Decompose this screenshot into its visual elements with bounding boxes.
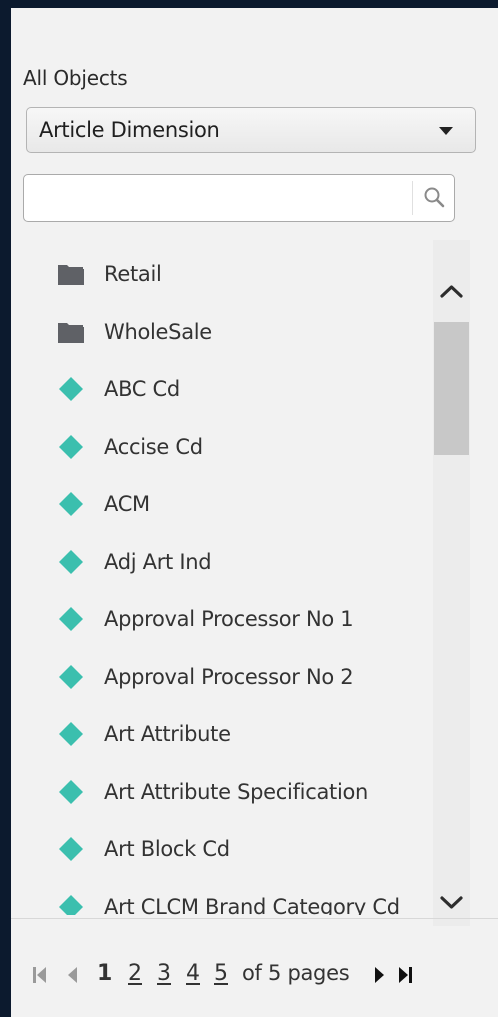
- tree-item-label: Art CLCM Brand Category Cd: [104, 894, 400, 916]
- dimension-icon: [59, 492, 83, 516]
- dimension-icon: [59, 779, 83, 804]
- page-link-3[interactable]: 3: [157, 961, 171, 986]
- tree-dimension-item[interactable]: Art CLCM Brand Category Cd: [11, 887, 431, 916]
- page-link-1[interactable]: 1: [97, 961, 112, 986]
- dimension-icon: [59, 549, 83, 574]
- dimension-icon: [59, 664, 83, 689]
- tree-item-label: Retail: [104, 262, 162, 286]
- tree-item-label: Art Attribute: [104, 722, 231, 746]
- next-page-icon[interactable]: [373, 965, 385, 985]
- universe-dropdown[interactable]: Article Dimension: [26, 107, 476, 153]
- search-divider: [412, 181, 413, 215]
- page-link-4[interactable]: 4: [186, 961, 200, 986]
- tree-dimension-item[interactable]: ACM: [11, 484, 431, 524]
- tree-item-label: Approval Processor No 1: [104, 607, 354, 631]
- object-tree: Retail WholeSale ABC Cd Accise Cd ACM Adj Art…: [11, 232, 498, 915]
- tree-dimension-item[interactable]: Accise Cd: [11, 427, 431, 467]
- footer-divider: [11, 918, 498, 919]
- dimension-icon: [59, 434, 83, 459]
- search-input[interactable]: [26, 177, 396, 217]
- section-label: All Objects: [23, 66, 128, 90]
- tree-item-label: Art Attribute Specification: [104, 779, 369, 804]
- dimension-icon: [59, 837, 83, 861]
- folder-icon: [58, 322, 84, 343]
- tree-dimension-item[interactable]: Art Attribute Specification: [11, 772, 431, 812]
- tree-folder-item[interactable]: WholeSale: [11, 312, 431, 352]
- tree-folder-item[interactable]: Retail: [11, 254, 431, 294]
- first-page-icon[interactable]: [33, 965, 47, 985]
- dimension-icon: [59, 894, 83, 915]
- page-link-5[interactable]: 5: [214, 961, 228, 986]
- tree-dimension-item[interactable]: Adj Art Ind: [11, 542, 431, 582]
- tree-dimension-item[interactable]: Approval Processor No 2: [11, 657, 431, 697]
- dimension-icon: [59, 722, 83, 746]
- tree-item-label: Accise Cd: [104, 434, 203, 459]
- vertical-scrollbar[interactable]: [433, 240, 470, 926]
- scroll-down-icon[interactable]: [433, 888, 470, 918]
- tree-item-label: WholeSale: [104, 319, 212, 344]
- tree-dimension-item[interactable]: Art Block Cd: [11, 829, 431, 869]
- tree-item-label: Adj Art Ind: [104, 549, 212, 574]
- tree-dimension-item[interactable]: Approval Processor No 1: [11, 599, 431, 639]
- tree-item-label: Art Block Cd: [104, 837, 230, 861]
- dropdown-arrow-icon: [439, 127, 453, 135]
- last-page-icon[interactable]: [398, 965, 412, 985]
- search-icon[interactable]: [422, 185, 448, 211]
- prev-page-icon[interactable]: [67, 965, 79, 985]
- dimension-icon: [59, 607, 83, 631]
- tree-item-label: ACM: [104, 492, 150, 516]
- dropdown-selected-value: Article Dimension: [39, 118, 220, 142]
- page-link-2[interactable]: 2: [128, 961, 142, 986]
- tree-item-label: ABC Cd: [104, 377, 180, 401]
- page-count-text: of 5 pages: [242, 961, 350, 985]
- folder-icon: [58, 265, 84, 285]
- scroll-up-icon[interactable]: [433, 276, 470, 306]
- tree-dimension-item[interactable]: ABC Cd: [11, 369, 431, 409]
- tree-item-label: Approval Processor No 2: [104, 664, 354, 689]
- scrollbar-thumb[interactable]: [434, 322, 469, 455]
- tree-dimension-item[interactable]: Art Attribute: [11, 714, 431, 754]
- search-box: [23, 174, 455, 222]
- dimension-icon: [59, 377, 83, 401]
- objects-panel: All Objects Article Dimension Retail Whol…: [11, 8, 498, 1017]
- pagination: 1 2 3 4 5 of 5 pages: [11, 953, 498, 993]
